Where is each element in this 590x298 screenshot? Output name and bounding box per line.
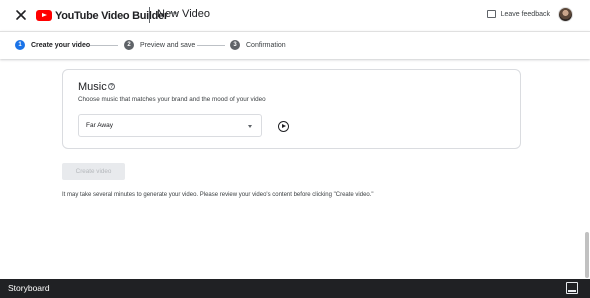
step-connector — [90, 45, 118, 46]
music-subtitle: Choose music that matches your brand and… — [78, 96, 266, 103]
step-label: Create your video — [31, 41, 91, 49]
chevron-down-icon — [248, 125, 252, 128]
music-card: Music ? Choose music that matches your b… — [62, 69, 521, 149]
step-label: Confirmation — [246, 41, 286, 49]
scrollbar-thumb[interactable] — [585, 232, 589, 278]
step-number: 3 — [230, 40, 240, 50]
selected-track-value: Far Away — [86, 122, 113, 129]
storyboard-label: Storyboard — [8, 283, 50, 293]
music-track-select[interactable]: Far Away — [78, 114, 262, 137]
feedback-icon — [486, 10, 496, 18]
youtube-play-logo-icon — [36, 10, 52, 21]
progress-stepper: 1 Create your video 2 Preview and save 3… — [0, 31, 590, 59]
page-scrollbar[interactable] — [584, 60, 590, 279]
logo-text: YouTube Video Builder — [55, 9, 168, 22]
storyboard-bar[interactable]: Storyboard — [0, 279, 590, 298]
step-connector — [197, 45, 225, 46]
generation-disclaimer: It may take several minutes to generate … — [62, 192, 374, 198]
app-header: YouTube Video Builder Beta New Video Lea… — [0, 0, 590, 30]
help-icon[interactable]: ? — [108, 83, 115, 90]
avatar[interactable] — [558, 7, 573, 22]
close-icon[interactable] — [14, 8, 28, 22]
music-title: Music — [78, 81, 107, 93]
step-label: Preview and save — [140, 41, 196, 49]
step-preview-and-save[interactable]: 2 Preview and save — [124, 40, 195, 50]
step-confirmation[interactable]: 3 Confirmation — [230, 40, 286, 50]
step-create-your-video[interactable]: 1 Create your video — [15, 40, 90, 50]
step-number: 1 — [15, 40, 25, 50]
play-icon[interactable] — [278, 121, 289, 132]
leave-feedback-label: Leave feedback — [500, 10, 550, 18]
leave-feedback-button[interactable]: Leave feedback — [486, 10, 550, 18]
header-divider — [149, 7, 150, 23]
create-video-button[interactable]: Create video — [62, 163, 125, 180]
panel-toggle-icon[interactable] — [566, 282, 578, 294]
step-number: 2 — [124, 40, 134, 50]
page-title: New Video — [157, 8, 210, 20]
